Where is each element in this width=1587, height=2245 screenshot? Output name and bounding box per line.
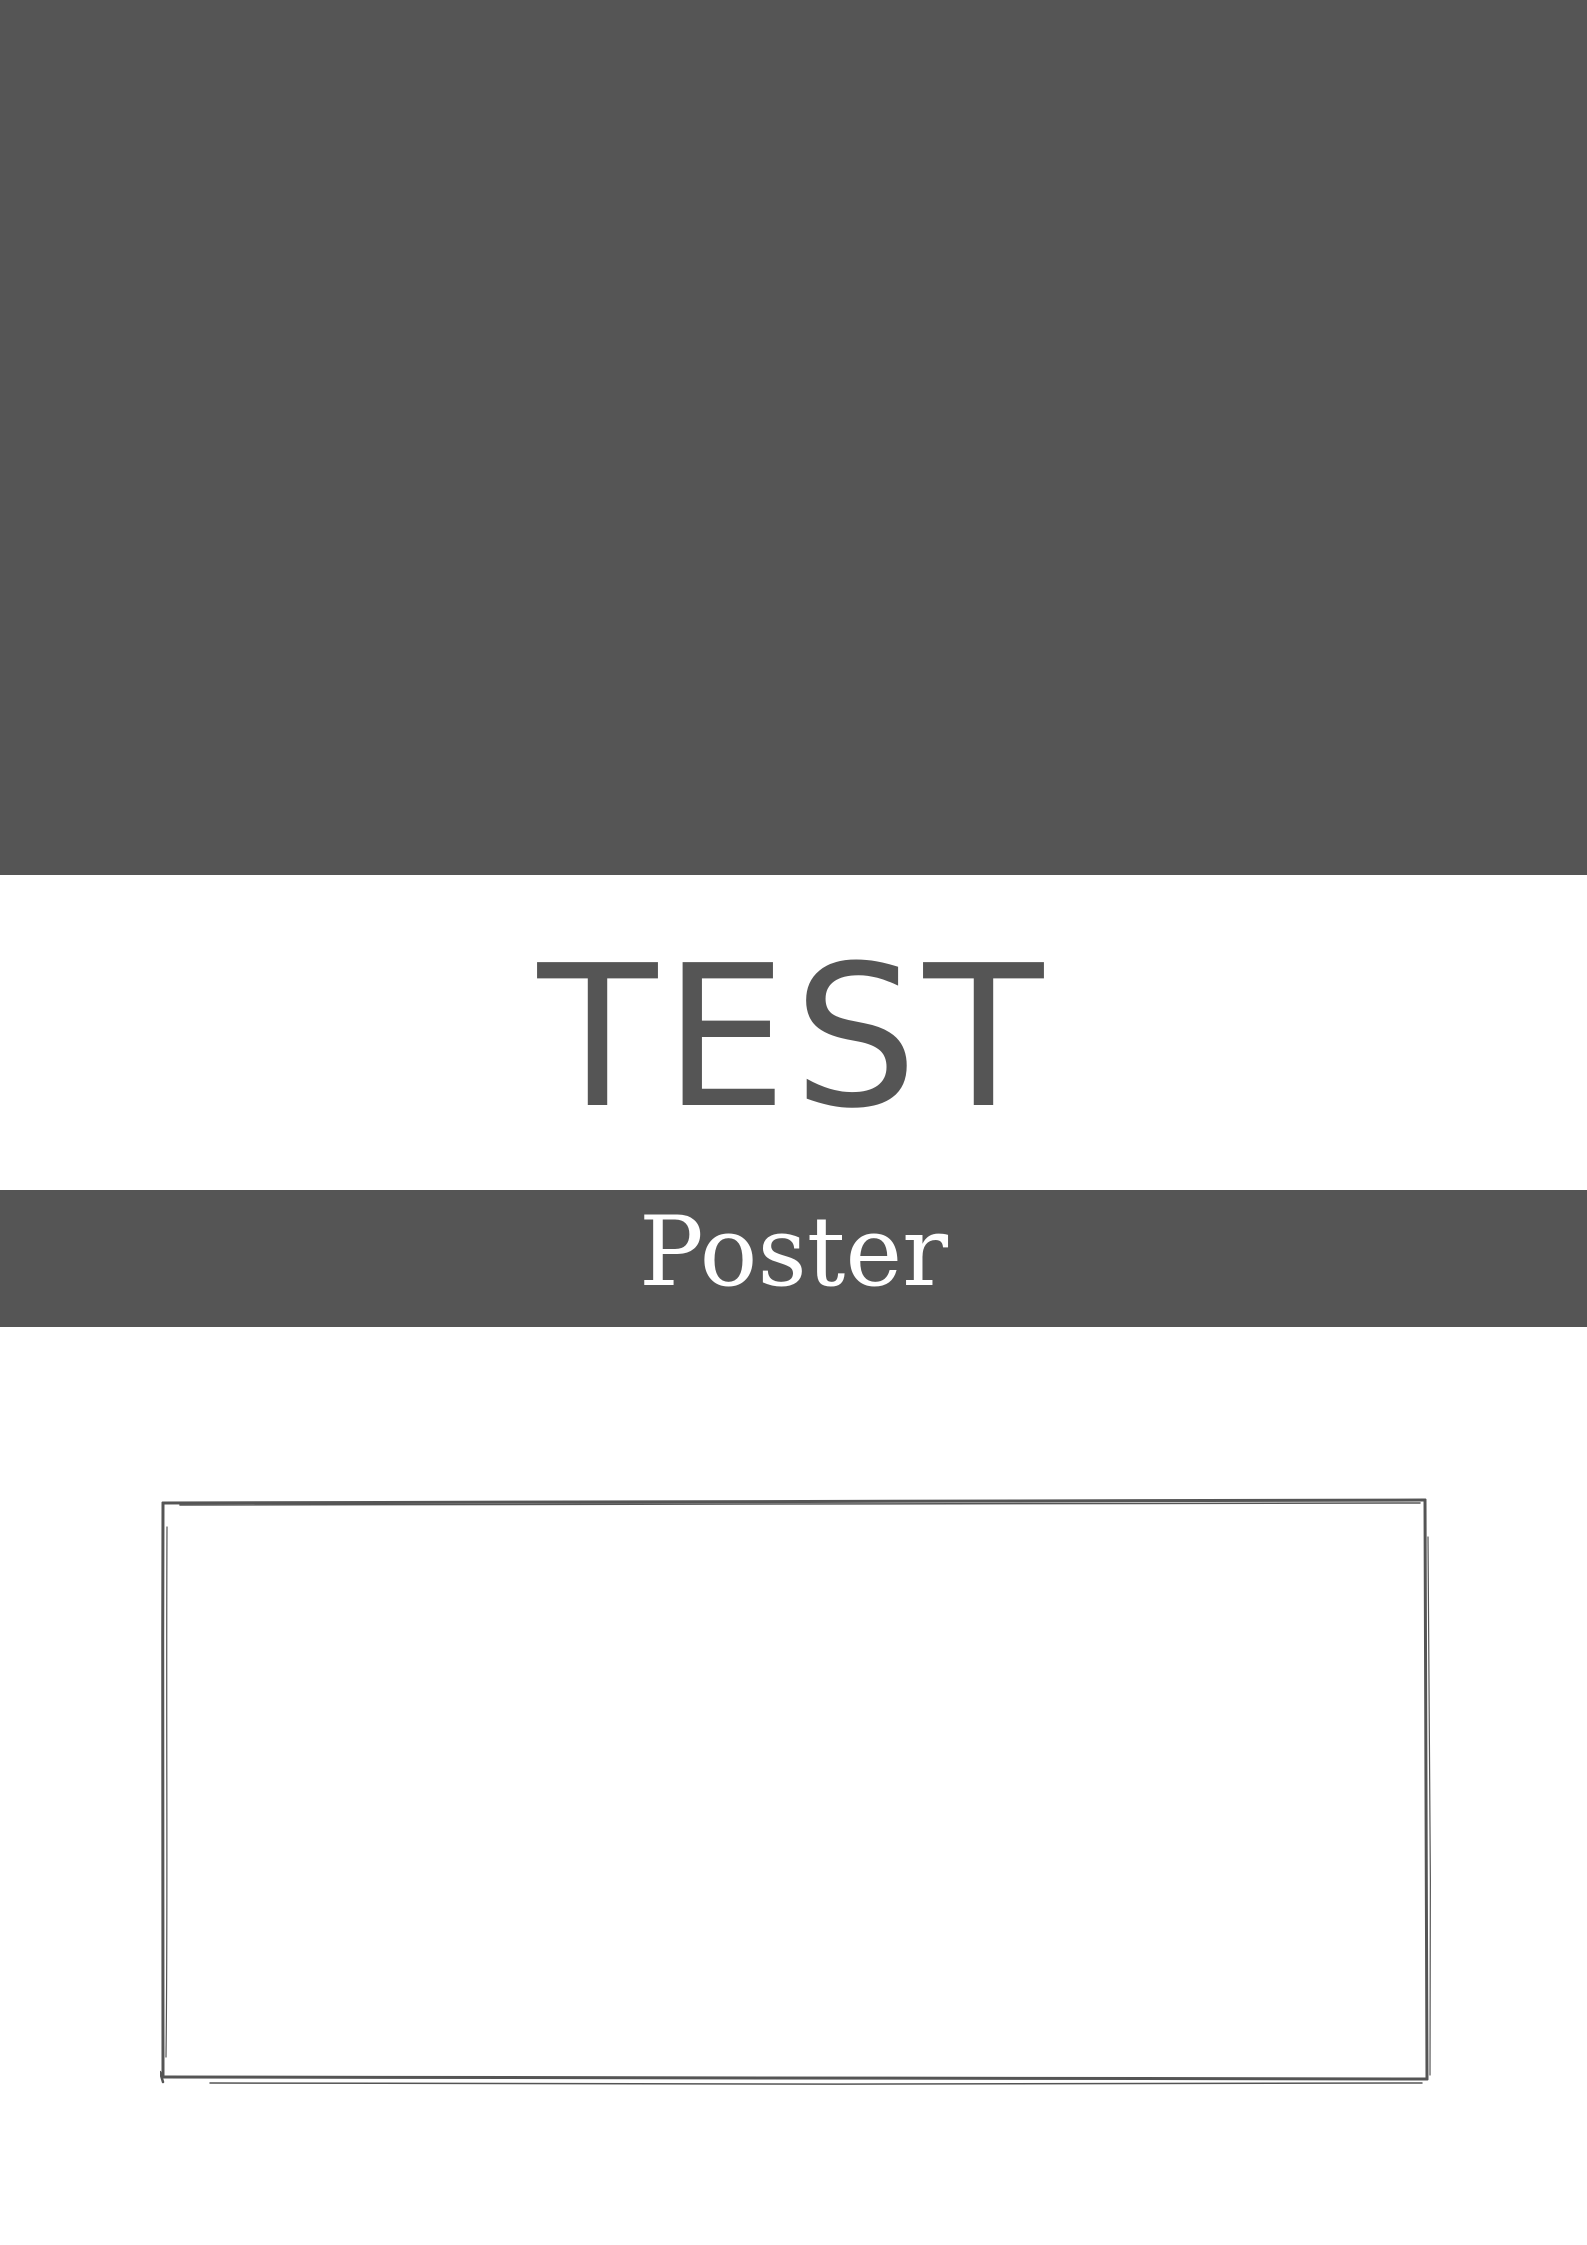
poster-subtitle: Poster <box>638 1196 949 1308</box>
poster-title: TEST <box>537 924 1050 1152</box>
subtitle-band: Poster <box>0 1190 1587 1327</box>
sketch-frame <box>160 1497 1435 2097</box>
top-color-band <box>0 0 1587 875</box>
poster-page: TEST Poster <box>0 0 1587 2245</box>
sketch-frame-outline <box>160 1498 1431 2085</box>
